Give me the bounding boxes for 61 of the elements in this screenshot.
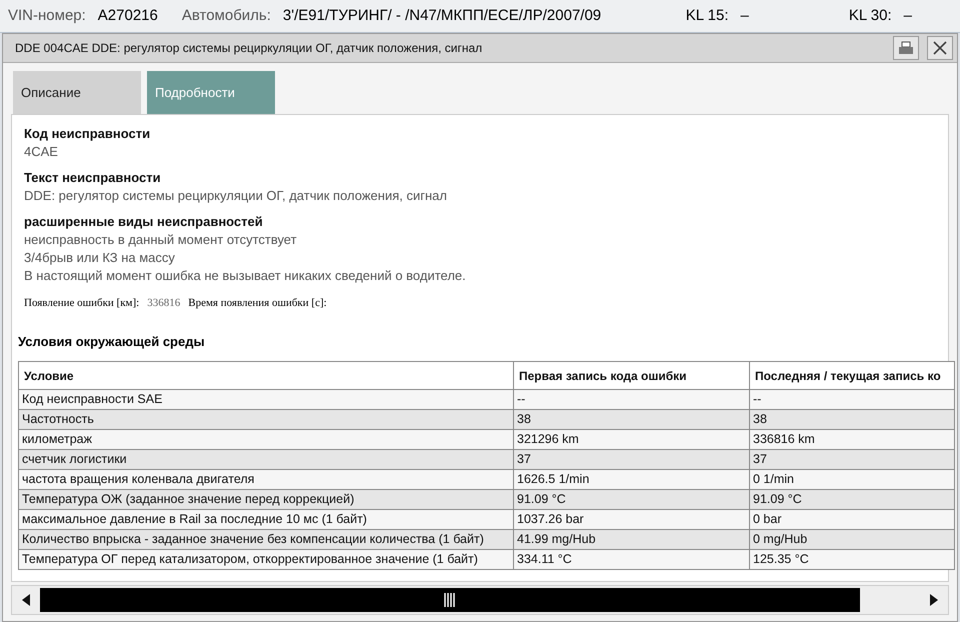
section-heading: Текст неисправности: [24, 169, 162, 187]
kl30-label: KL 30:: [848, 6, 892, 26]
right-arrow-icon: [930, 594, 938, 606]
table-cell: Код неисправности SAE: [18, 390, 514, 410]
table-cell: Частотность: [18, 410, 514, 430]
table-cell: 38: [514, 410, 750, 430]
table-cell: Температура ОГ перед катализатором, откорректированное значение (1 байт): [18, 550, 514, 570]
table-cell: 38: [750, 410, 954, 430]
table-cell: --: [514, 390, 750, 410]
close-button[interactable]: [927, 36, 953, 60]
table-cell: 1037.26 bar: [514, 510, 750, 530]
table-cell: 37: [514, 450, 750, 470]
table-cell: частота вращения коленвала двигателя: [18, 470, 514, 490]
table-cell: --: [750, 390, 954, 410]
table-cell: 91.09 °C: [514, 490, 750, 510]
table-cell: Температура ОЖ (заданное значение перед коррекцией): [18, 490, 514, 510]
section-text: 4CAE: [24, 143, 59, 161]
table-cell: 321296 km: [514, 430, 750, 450]
table-cell: 336816 km: [750, 430, 954, 450]
vehicle-value: 3'/E91/ТУРИНГ/ - /N47/МКПП/ЕСЕ/ЛР/2007/09: [282, 6, 602, 26]
table-cell: 0 bar: [750, 510, 954, 530]
table-cell: 334.11 °C: [514, 550, 750, 570]
section-text: DDE: регулятор системы рециркуляции ОГ, датчик положения, сигнал: [24, 187, 448, 205]
table-cell: счетчик логистики: [18, 450, 514, 470]
kl15-label: KL 15:: [686, 6, 728, 26]
table-cell: Количество впрыска - заданное значение без компенсации количества (1 байт): [18, 530, 514, 550]
table-cell: 91.09 °C: [750, 490, 954, 510]
occurrence-km-label: Появление ошибки [км]:: [24, 296, 140, 311]
table-cell: 0 1/min: [750, 470, 954, 490]
vehicle-label: Автомобиль:: [182, 6, 271, 26]
print-button[interactable]: [893, 36, 919, 60]
horizontal-scrollbar[interactable]: [11, 585, 949, 615]
printer-icon: [898, 41, 914, 55]
section-text: В настоящий момент ошибка не вызывает никаких сведений о водителе.: [24, 267, 467, 285]
vin-label: VIN-номер:: [8, 6, 86, 26]
table-cell: 41.99 mg/Hub: [514, 530, 750, 550]
occurrence-km-value: 336816: [147, 296, 180, 311]
column-header: Условие: [18, 362, 514, 390]
section-text: 3/4брыв или КЗ на массу: [24, 249, 176, 267]
table-cell: километраж: [18, 430, 514, 450]
column-header: Первая запись кода ошибки: [514, 362, 750, 390]
table-cell: 0 mg/Hub: [750, 530, 954, 550]
kl30-value: –: [904, 6, 912, 26]
window-title: DDE 004CAE DDE: регулятор системы рециркуляции ОГ, датчик положения, сигнал: [15, 40, 482, 57]
section-heading: Код неисправности: [24, 125, 152, 143]
table-cell: 1626.5 1/min: [514, 470, 750, 490]
section-text: неисправность в данный момент отсутствует: [24, 231, 298, 249]
close-icon: [932, 40, 948, 56]
tab[interactable]: Описание: [13, 71, 141, 114]
table-title: Условия окружающей среды: [18, 332, 206, 351]
table-cell: 125.35 °C: [750, 550, 954, 570]
section-heading: расширенные виды неисправностей: [24, 213, 264, 231]
scrollbar-thumb[interactable]: [40, 588, 860, 612]
grip-icon: [444, 593, 456, 607]
table-cell: 37: [750, 450, 954, 470]
left-arrow-icon: [22, 594, 30, 606]
column-header: Последняя / текущая запись ко: [750, 362, 954, 390]
occurrence-time-label: Время появления ошибки [с]:: [188, 296, 327, 311]
table-cell: максимальное давление в Rail за последние 10 мс (1 байт): [18, 510, 514, 530]
vin-value: A270216: [98, 6, 158, 26]
kl15-value: –: [740, 6, 749, 26]
